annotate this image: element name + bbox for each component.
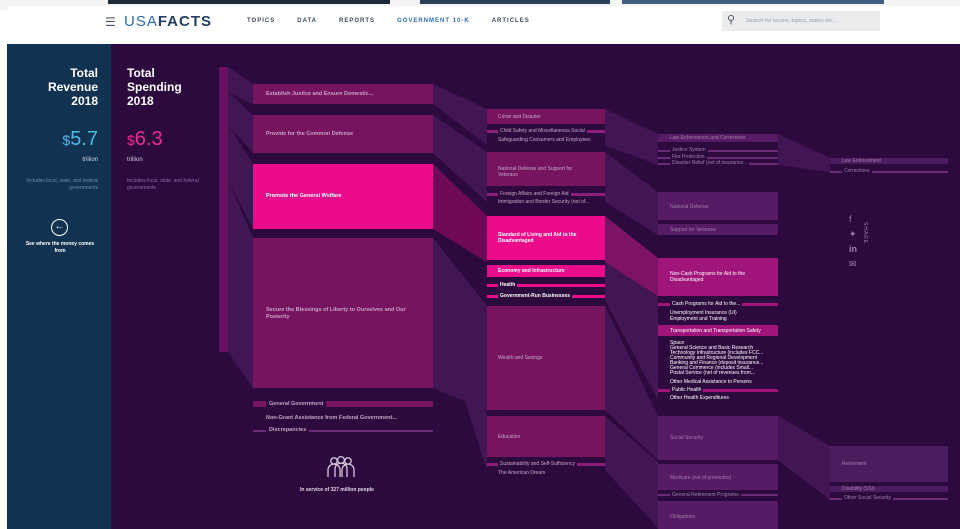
category-label: Safeguarding Consumers and Employees [498, 137, 591, 143]
subcategory-label: Other Medical Assistance to Persons [670, 379, 752, 385]
level4-label: Law Enforcement [842, 158, 881, 164]
subcategory-label: Obligations [670, 514, 696, 520]
category-label: Foreign Affairs and Foreign Aid [498, 191, 571, 197]
flow-ribbon [778, 416, 830, 500]
email-icon[interactable]: ✉ [849, 257, 857, 272]
subcategory-label: Medicare (net of premiums) [670, 475, 732, 481]
population-label: In service of 327 million people [300, 487, 374, 493]
mission-label: Secure the Blessings of Liberty to Ourse… [266, 307, 406, 320]
subcategory-label: Employment and Training [670, 316, 727, 322]
category-label: Standard of Living and Aid to the Disadv… [498, 232, 577, 244]
flow-ribbon [605, 109, 658, 165]
category-label: Government-Run Businesses [498, 293, 573, 299]
category-label: National Defense and Support for Veteran… [498, 166, 573, 178]
mission-label: Discrepancies [266, 427, 310, 433]
subcategory-label: Postal Service (net of revenues from... [670, 370, 756, 376]
linkedin-icon[interactable]: in [849, 242, 857, 257]
level4-label: Disability (SSI) [842, 486, 875, 492]
spending-pillar [219, 67, 228, 352]
level4-label: Other Social Security [842, 495, 893, 501]
mission-label: Provide for the Common Defense [266, 131, 354, 137]
subcategory-label: Public Health [670, 387, 704, 393]
mission-label: Establish Justice and Ensure Domestic... [266, 91, 374, 97]
people-icon [325, 455, 357, 484]
category-label: Sustainability and Self-Sufficiency [498, 461, 577, 467]
subcategory-label: Justice System [670, 147, 708, 153]
share-label: SHARE [862, 222, 868, 245]
facebook-icon[interactable]: f [849, 212, 857, 227]
flow-ribbon [778, 134, 830, 172]
subcategory-label: Law Enforcement and Corrections [670, 135, 746, 141]
category-label: The American Dream [498, 470, 546, 476]
subcategory-label: Cash Programs for Aid to the... [670, 301, 743, 307]
category-label: Immigration and Border Security (net of.… [498, 199, 590, 205]
twitter-icon[interactable]: ✦ [849, 227, 857, 242]
category-label: Wealth and Savings [498, 355, 543, 361]
subcategory-label: Non-Cash Programs for Aid to the Disadva… [670, 271, 746, 283]
subcategory-label: Transportation and Transportation Safety [670, 328, 761, 334]
category-label: Health [498, 282, 518, 288]
category-label: Child Safety and Miscellaneous Social [498, 128, 587, 134]
social-share: f ✦ in ✉ [849, 212, 857, 272]
people-icon-graphic [327, 455, 355, 477]
subcategory-label: National Defense [670, 204, 709, 210]
mission-label: Promote the General Welfare [266, 193, 342, 199]
subcategory-label: General Retirement Programs [670, 492, 741, 498]
subcategory-label: Social Security [670, 435, 704, 441]
mission-label: General Government [266, 401, 327, 407]
category-label: Crime and Disaster [498, 114, 541, 120]
flow-ribbons [228, 67, 830, 528]
subcategory-label: Support for Veterans [670, 227, 716, 233]
mission-label: Non-Grant Assistance from Federal Govern… [266, 415, 397, 421]
category-label: Education [498, 434, 521, 440]
subcategory-label: Other Health Expenditures [670, 395, 729, 401]
level4-label: Retirement [842, 461, 867, 467]
subcategory-label: Disaster Relief (net of insurance... [670, 160, 750, 166]
level4-label: Corrections [842, 168, 872, 174]
category-label: Economy and Infrastructure [498, 268, 565, 274]
